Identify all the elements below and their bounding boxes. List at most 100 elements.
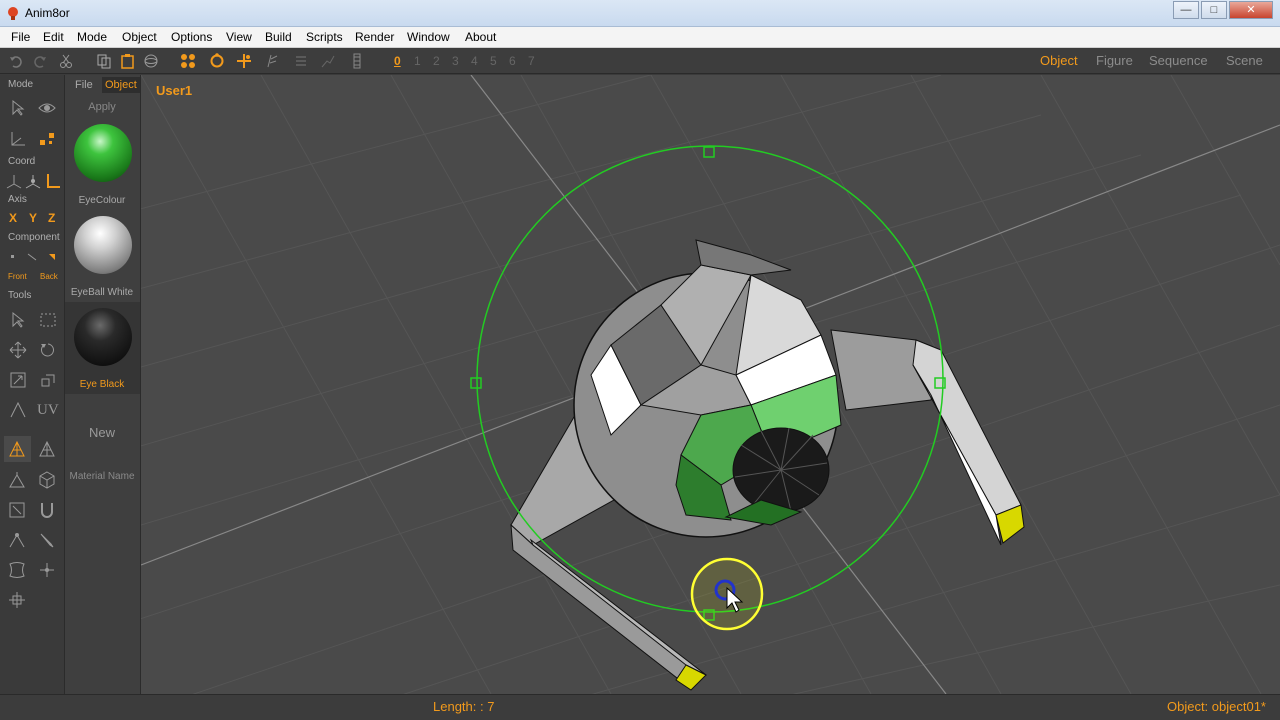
- sphere-icon[interactable]: [143, 53, 159, 69]
- menu-render[interactable]: Render: [355, 30, 394, 44]
- points-mode-icon[interactable]: [38, 130, 56, 148]
- extrude-icon[interactable]: [8, 471, 26, 489]
- scale-tool-icon[interactable]: [9, 371, 27, 389]
- toolbar: 0 1 2 3 4 5 6 7 Object Figure Sequence S…: [0, 49, 1280, 74]
- face-component-icon[interactable]: [44, 250, 58, 264]
- close-button[interactable]: ✕: [1229, 1, 1273, 19]
- layer-6[interactable]: 6: [509, 54, 516, 68]
- menu-about[interactable]: About: [465, 30, 496, 44]
- material-swatch-eyeball-white[interactable]: [74, 216, 132, 274]
- marquee-select-icon[interactable]: [39, 311, 57, 329]
- menu-view[interactable]: View: [226, 30, 252, 44]
- rotate-tool-icon[interactable]: [39, 341, 57, 359]
- menu-build[interactable]: Build: [265, 30, 292, 44]
- world-coord-icon[interactable]: [5, 172, 23, 190]
- undo-icon[interactable]: [8, 53, 24, 69]
- non-uniform-scale-icon[interactable]: [39, 371, 57, 389]
- status-length: Length: : 7: [433, 699, 495, 714]
- selection-handle-left[interactable]: [470, 377, 482, 389]
- material-label-eye-black: Eye Black: [79, 379, 125, 390]
- mode-scene[interactable]: Scene: [1226, 53, 1263, 68]
- new-material-button[interactable]: New: [65, 425, 139, 440]
- eye-icon[interactable]: [38, 99, 56, 117]
- material-label-eyeball-white: EyeBall White: [70, 287, 134, 298]
- menu-options[interactable]: Options: [171, 30, 212, 44]
- paste-icon[interactable]: [120, 53, 136, 69]
- film-icon[interactable]: [349, 53, 365, 69]
- layer-7[interactable]: 7: [528, 54, 535, 68]
- axis-icon[interactable]: [9, 130, 27, 148]
- layer-2[interactable]: 2: [433, 54, 440, 68]
- mode-figure[interactable]: Figure: [1096, 53, 1133, 68]
- material-swatch-eyecolour[interactable]: [74, 124, 132, 182]
- layer-3[interactable]: 3: [452, 54, 459, 68]
- knife-icon[interactable]: [8, 501, 26, 519]
- menu-file[interactable]: File: [11, 30, 30, 44]
- list-icon[interactable]: [293, 53, 309, 69]
- mode-sequence[interactable]: Sequence: [1149, 53, 1208, 68]
- axis-z-toggle[interactable]: Z: [48, 211, 55, 225]
- bend-icon[interactable]: [265, 53, 281, 69]
- object-coord-icon[interactable]: [24, 172, 42, 190]
- screen-coord-icon[interactable]: [44, 172, 62, 190]
- menu-object[interactable]: Object: [122, 30, 157, 44]
- maximize-button[interactable]: □: [1201, 1, 1227, 19]
- rotate-icon[interactable]: [209, 53, 225, 69]
- layer-1[interactable]: 1: [414, 54, 421, 68]
- minimize-button[interactable]: —: [1173, 1, 1199, 19]
- selection-handle-top[interactable]: [703, 146, 715, 158]
- scene-canvas[interactable]: [141, 75, 1280, 694]
- select-points-icon[interactable]: [180, 53, 196, 69]
- magnet-icon[interactable]: [38, 501, 56, 519]
- wire-mesh-icon[interactable]: [38, 440, 56, 458]
- redo-icon[interactable]: [32, 53, 48, 69]
- bevel-icon[interactable]: [8, 531, 26, 549]
- tab-file[interactable]: File: [75, 79, 93, 91]
- pointer-tool-icon[interactable]: [9, 311, 27, 329]
- viewport-label: User1: [156, 83, 193, 98]
- cut-icon[interactable]: [58, 53, 74, 69]
- layer-4[interactable]: 4: [471, 54, 478, 68]
- menu-mode[interactable]: Mode: [77, 30, 107, 44]
- creature-model[interactable]: [510, 239, 1025, 691]
- point-component-icon[interactable]: [6, 250, 20, 264]
- pivot-icon[interactable]: [8, 591, 26, 609]
- paint-icon[interactable]: [38, 531, 56, 549]
- cursor-highlight: [690, 557, 764, 631]
- move-points-icon[interactable]: [236, 53, 252, 69]
- mode-object[interactable]: Object: [1040, 53, 1078, 68]
- material-name-label: Material Name: [69, 471, 135, 482]
- copy-icon[interactable]: [96, 53, 112, 69]
- menu-scripts[interactable]: Scripts: [306, 30, 343, 44]
- layer-5[interactable]: 5: [490, 54, 497, 68]
- tool-panel: Mode Coord Axis X Y Z Component Front Ba…: [0, 75, 65, 694]
- component-section-label: Component: [8, 232, 60, 243]
- material-panel: File Object Apply EyeColour EyeBall Whit…: [65, 75, 141, 694]
- axis-y-toggle[interactable]: Y: [29, 211, 37, 225]
- material-swatch-eye-black[interactable]: [74, 308, 132, 366]
- axis-x-toggle[interactable]: X: [9, 211, 17, 225]
- edit-mesh-icon[interactable]: [8, 440, 26, 458]
- coord-section-label: Coord: [8, 156, 36, 167]
- layer-0[interactable]: 0: [394, 54, 401, 68]
- bezier-tool-icon[interactable]: [9, 401, 27, 419]
- tab-object[interactable]: Object: [102, 77, 140, 93]
- window-title: Anim8or: [25, 6, 70, 20]
- title-bar: Anim8or — □ ✕: [0, 0, 1280, 27]
- menu-bar: File Edit Mode Object Options View Build…: [0, 27, 1280, 48]
- apply-button[interactable]: Apply: [65, 101, 139, 113]
- cube-icon[interactable]: [38, 471, 56, 489]
- back-toggle[interactable]: Back: [40, 272, 58, 281]
- 3d-viewport[interactable]: User1: [141, 75, 1280, 694]
- status-bar: Length: : 7 Object: object01*: [0, 694, 1280, 720]
- uv-tool[interactable]: UV: [37, 402, 59, 419]
- menu-window[interactable]: Window: [407, 30, 450, 44]
- edge-component-icon[interactable]: [25, 250, 39, 264]
- warp-icon[interactable]: [8, 561, 26, 579]
- menu-edit[interactable]: Edit: [43, 30, 64, 44]
- arrow-select-icon[interactable]: [9, 99, 27, 117]
- cross-tool-icon[interactable]: [38, 561, 56, 579]
- front-toggle[interactable]: Front: [8, 272, 27, 281]
- move-tool-icon[interactable]: [9, 341, 27, 359]
- graph-icon[interactable]: [320, 53, 336, 69]
